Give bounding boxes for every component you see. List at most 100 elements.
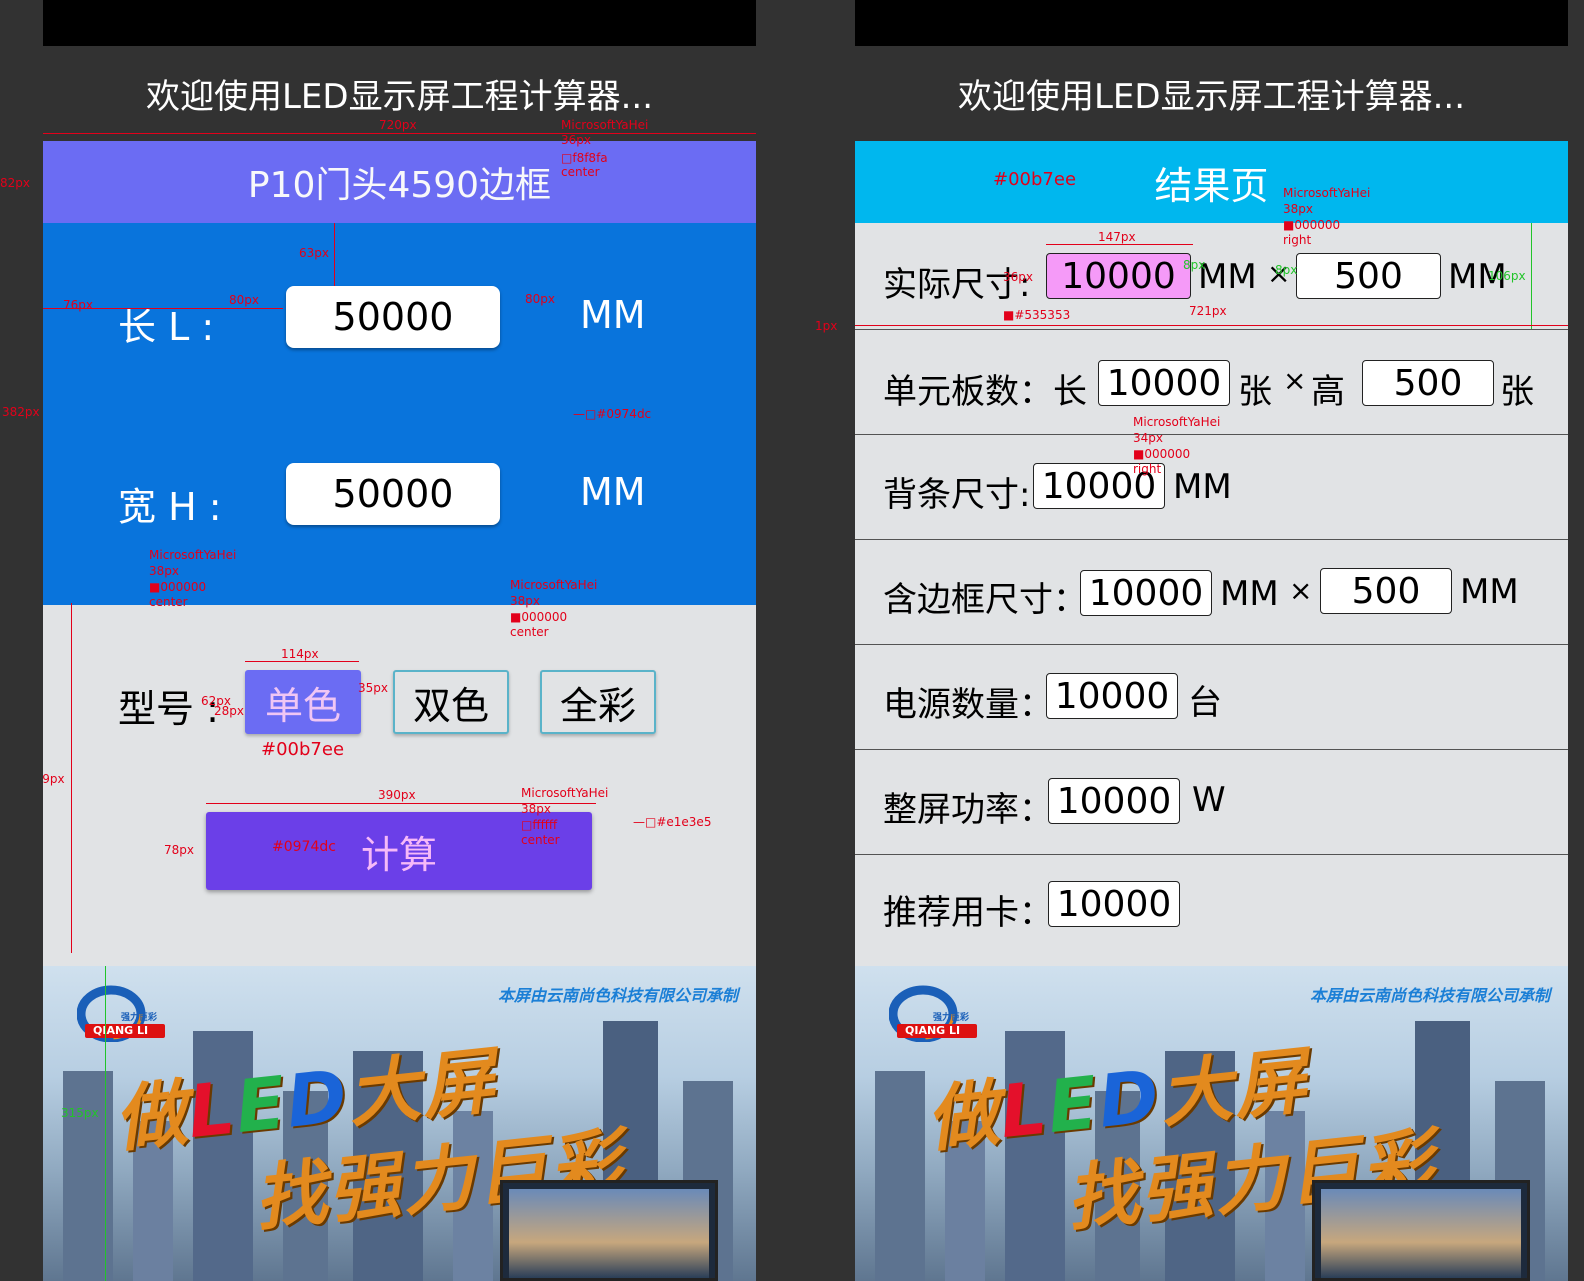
annotation-align-2: center — [149, 595, 188, 609]
annotation-font: MicrosoftYaHei — [561, 118, 649, 132]
status-bar-2 — [855, 0, 1568, 46]
annotation-calc-width: 390px — [378, 788, 416, 802]
annotation-size-3: 38px — [510, 594, 540, 608]
input-screen: 欢迎使用LED显示屏工程计算器... P10门头4590边框 长 L : 500… — [43, 0, 756, 1281]
row-sep: × — [1283, 364, 1307, 397]
length-unit: MM — [580, 293, 646, 337]
measure-line-r-box — [1046, 244, 1193, 245]
annotation-r-font: MicrosoftYaHei — [1283, 186, 1371, 200]
control-card-value: 10000 — [1048, 881, 1180, 927]
annotation-r-divider-color: ■#535353 — [1003, 308, 1071, 322]
actual-width-value: 10000 — [1046, 253, 1191, 299]
annotation-size-2: 38px — [149, 564, 179, 578]
result-row-power-supply: 电源数量： 10000 台 — [855, 645, 1568, 750]
annotation-bg-color: —□#e1e3e5 — [633, 815, 712, 829]
annotation-unit-gap: 80px — [525, 292, 555, 306]
logo-subtext: 强力巨彩 — [933, 1013, 970, 1023]
type-full-color-button[interactable]: 全彩 — [540, 670, 656, 734]
result-row-control-card: 推荐用卡： 10000 — [855, 855, 1568, 959]
result-row-total-power: 整屏功率： 10000 W — [855, 750, 1568, 855]
logo-text: QIANG LI — [93, 1024, 149, 1037]
row-unit: MM — [1220, 574, 1279, 614]
annotation-r-color: ■000000 — [1283, 218, 1341, 232]
annotation-align-4: center — [521, 833, 560, 847]
annotation-gray-height: 359px — [43, 772, 65, 786]
row-label: 单元板数：长 — [883, 372, 1087, 412]
annotation-btn-width: 114px — [281, 647, 319, 661]
banner-credit: 本屏由云南尚色科技有限公司承制 — [497, 986, 738, 1005]
power-supply-value: 10000 — [1046, 673, 1178, 719]
row-label: 含边框尺寸： — [883, 580, 1087, 620]
row-label-2: 高 — [1311, 372, 1345, 412]
module-length-value: 10000 — [1098, 360, 1230, 406]
annotation-color-3: ■000000 — [510, 610, 568, 624]
annotation-r-gap-1: 8px — [1183, 258, 1206, 272]
annotation-btn-gap: 35px — [358, 681, 388, 695]
annotation-width: 720px — [379, 118, 417, 132]
annotation-header-color: #00b7ee — [993, 169, 1077, 190]
annotation-blue-height: 382px — [2, 405, 40, 419]
frame-width-value: 10000 — [1080, 570, 1212, 616]
row-unit-2: MM — [1460, 572, 1519, 612]
annotation-left-margin: 76px — [63, 298, 93, 312]
annotation-color-4: □ffffff — [521, 818, 558, 832]
type-dual-button[interactable]: 双色 — [393, 670, 509, 734]
row-unit: 张 — [1238, 372, 1272, 412]
tv-screen-image — [500, 1180, 718, 1281]
row-unit: MM — [1198, 257, 1257, 297]
measure-line-width — [43, 133, 756, 134]
type-mono-button[interactable]: 单色 — [245, 670, 361, 734]
length-input[interactable]: 50000 — [286, 286, 500, 348]
annotation-r-divider-width: 721px — [1189, 304, 1227, 318]
annotation-r-color-2: ■000000 — [1133, 447, 1191, 461]
total-power-value: 10000 — [1048, 778, 1180, 824]
annotation-r-box-width: 147px — [1098, 230, 1136, 244]
result-screen: 欢迎使用LED显示屏工程计算器... #00b7ee 结果页 实际尺寸: 100… — [855, 0, 1568, 1281]
screen-title: P10门头4590边框 — [43, 141, 756, 223]
annotation-r-gap-2: 8px — [1275, 263, 1298, 277]
annotation-r-line-height: 1px — [815, 319, 838, 333]
building-1 — [875, 1071, 925, 1281]
qiangli-logo-2: QIANG LI 强力巨彩 — [888, 984, 979, 1043]
annotation-color: □f8f8fa — [561, 151, 608, 165]
row-unit: W — [1192, 780, 1226, 820]
ad-banner: QIANG LI 强力巨彩 本屏由云南尚色科技有限公司承制 做LED大屏 找强力… — [43, 966, 756, 1281]
banner-credit-2: 本屏由云南尚色科技有限公司承制 — [1309, 986, 1550, 1005]
measure-line-r-divider — [855, 325, 1568, 326]
result-row-back-bar: 背条尺寸: 10000 MM — [855, 435, 1568, 540]
annotation-selected-color: #00b7ee — [261, 739, 345, 760]
measure-line-margin — [43, 308, 283, 309]
result-title-text: 结果页 — [1154, 163, 1269, 208]
qiangli-logo: QIANG LI 强力巨彩 — [76, 984, 167, 1043]
result-title: #00b7ee 结果页 — [855, 141, 1568, 223]
actual-height-value: 500 — [1296, 253, 1441, 299]
row-label: 整屏功率： — [883, 790, 1053, 830]
measure-line-gray — [71, 603, 72, 953]
annotation-align-3: center — [510, 625, 549, 639]
tv-screen-image-2 — [1312, 1180, 1530, 1281]
annotation-r-row-height: 106px — [1488, 269, 1526, 283]
row-unit: MM — [1173, 467, 1232, 507]
annotation-r-align: right — [1283, 233, 1312, 247]
annotation-align: center — [561, 165, 600, 179]
app-title-2: 欢迎使用LED显示屏工程计算器... — [855, 46, 1568, 141]
annotation-r-size: 38px — [1283, 202, 1313, 216]
height-input[interactable]: 50000 — [286, 463, 500, 525]
status-bar — [43, 0, 756, 46]
height-unit: MM — [580, 470, 646, 514]
row-unit: 台 — [1188, 683, 1222, 723]
measure-line-banner — [105, 966, 106, 1281]
annotation-label-spacing: 28px — [214, 704, 244, 718]
height-label: 宽 H : — [118, 485, 222, 529]
calc-color-annotation: #0974dc — [272, 839, 336, 855]
annotation-blue-color: —□#0974dc — [573, 407, 652, 421]
measure-line-gap — [334, 223, 335, 286]
row-unit-2: 张 — [1500, 372, 1534, 412]
row-label: 电源数量： — [883, 685, 1053, 725]
annotation-font-3: MicrosoftYaHei — [510, 578, 598, 592]
annotation-font-4: MicrosoftYaHei — [521, 786, 609, 800]
measure-line-btn — [245, 661, 359, 662]
annotation-font-2: MicrosoftYaHei — [149, 548, 237, 562]
row-label: 推荐用卡： — [883, 893, 1053, 933]
calculate-label: 计算 — [360, 832, 437, 877]
